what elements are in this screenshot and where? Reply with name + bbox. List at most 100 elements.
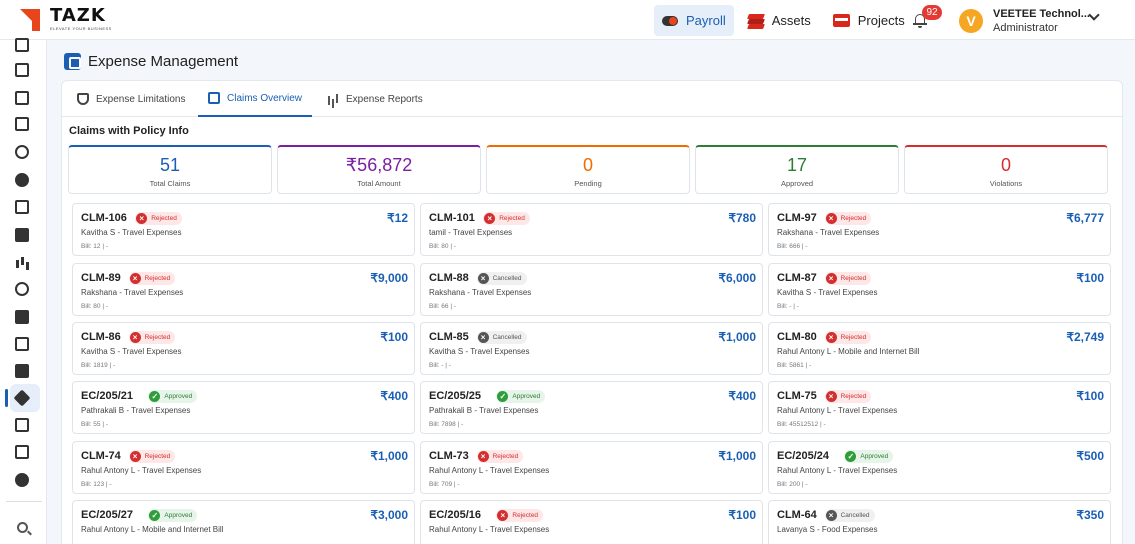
claim-card[interactable]: CLM-73 × Rejected ₹1,000 Rahul Antony L - Tr…: [420, 441, 763, 494]
tab-expense-reports[interactable]: Expense Reports: [317, 81, 433, 117]
check-circle-icon: ✓: [497, 391, 509, 402]
status-label: Approved: [164, 393, 193, 400]
wallet-icon: [64, 53, 81, 70]
sidebar-item-expense[interactable]: [13, 389, 31, 407]
claim-card[interactable]: CLM-74 × Rejected ₹1,000 Rahul Antony L - Tr…: [72, 441, 415, 494]
sidebar-item-id-card[interactable]: [13, 443, 31, 461]
claim-amount: ₹100: [1076, 271, 1104, 285]
claim-card[interactable]: CLM-101 × Rejected ₹780 tamil - Travel Expen…: [420, 203, 763, 256]
claim-card[interactable]: EC/205/21 ✓ Approved ₹400 Pathrakali B - Tra…: [72, 381, 415, 434]
claim-bill: Bill: - | -: [429, 362, 451, 369]
claim-amount: ₹6,000: [718, 271, 756, 285]
status-badge: × Cancelled: [476, 331, 527, 344]
chart-icon: [327, 93, 339, 105]
claim-card[interactable]: EC/205/24 ✓ Approved ₹500 Rahul Antony L - T…: [768, 441, 1111, 494]
claim-id: CLM-89: [81, 272, 121, 284]
status-badge: × Cancelled: [476, 272, 527, 285]
stat-card-approved: 17 Approved: [695, 145, 899, 194]
tab-claims-overview[interactable]: Claims Overview: [198, 81, 313, 117]
money-bag-icon: [15, 173, 29, 187]
status-badge: × Rejected: [824, 390, 872, 403]
status-label: Rejected: [151, 215, 177, 222]
x-circle-icon: ×: [825, 391, 837, 402]
claim-card[interactable]: CLM-88 × Cancelled ₹6,000 Rakshana - Travel …: [420, 263, 763, 316]
sidebar-item-team[interactable]: [13, 280, 31, 298]
status-label: Cancelled: [492, 275, 522, 282]
claim-card[interactable]: CLM-85 × Cancelled ₹1,000 Kavitha S - Travel…: [420, 322, 763, 375]
claim-bill: Bill: 666 | -: [777, 243, 808, 250]
sidebar-item-finance[interactable]: [13, 171, 31, 189]
status-label: Rejected: [840, 215, 867, 222]
claim-card[interactable]: EC/205/27 ✓ Approved ₹3,000 Rahul Antony L -…: [72, 500, 415, 544]
nav-payroll-label: Payroll: [686, 13, 726, 28]
claim-card[interactable]: CLM-87 × Rejected ₹100 Kavitha S - Travel Ex…: [768, 263, 1111, 316]
claim-description: Kavitha S - Travel Expenses: [777, 288, 878, 297]
sidebar-item-announcements[interactable]: [13, 308, 31, 326]
claim-card[interactable]: CLM-86 × Rejected ₹100 Kavitha S - Travel Ex…: [72, 322, 415, 375]
claim-id: EC/205/21: [81, 390, 133, 402]
shield-icon: [77, 93, 89, 105]
sidebar-item-clipboard[interactable]: [13, 416, 31, 434]
sidebar-item-schedule[interactable]: [13, 335, 31, 353]
nav-payroll-button[interactable]: Payroll: [654, 5, 734, 36]
sidebar-item-documents[interactable]: [13, 362, 31, 380]
brand-logo[interactable]: TAZK ELEVATE YOUR BUSINESS: [20, 6, 112, 32]
claim-bill: Bill: 55 | -: [81, 421, 108, 428]
claim-card[interactable]: CLM-64 × Cancelled ₹350 Lavanya S - Food Exp…: [768, 500, 1111, 544]
bar-chart-icon: [15, 255, 29, 269]
x-circle-icon: ×: [825, 510, 837, 521]
nav-projects-button[interactable]: Projects: [825, 5, 913, 36]
claim-card[interactable]: CLM-97 × Rejected ₹6,777 Rakshana - Travel E…: [768, 203, 1111, 256]
nav-assets-button[interactable]: Assets: [740, 5, 819, 36]
tab-label: Expense Limitations: [96, 93, 186, 105]
status-badge: × Rejected: [128, 450, 176, 463]
id-card-icon: [15, 445, 29, 459]
status-label: Approved: [164, 512, 193, 519]
user-info[interactable]: VEETEE Technol... Administrator: [993, 8, 1090, 34]
tab-label: Expense Reports: [346, 93, 423, 105]
claim-card[interactable]: CLM-106 × Rejected ₹12 Kavitha S - Travel Ex…: [72, 203, 415, 256]
sidebar-search-button[interactable]: [13, 518, 31, 536]
x-circle-icon: ×: [825, 332, 837, 343]
sidebar-item-attendance[interactable]: [13, 143, 31, 161]
stat-value: 0: [1000, 155, 1011, 175]
claim-bill: Bill: 80 | -: [429, 243, 456, 250]
calendar-icon: [15, 63, 29, 77]
claim-id: EC/205/24: [777, 450, 829, 462]
claim-id: CLM-85: [429, 331, 469, 343]
claim-description: Rahul Antony L - Travel Expenses: [429, 466, 550, 475]
claim-description: Rahul Antony L - Travel Expenses: [429, 525, 550, 534]
claim-card[interactable]: CLM-80 × Rejected ₹2,749 Rahul Antony L - Mo…: [768, 322, 1111, 375]
claim-amount: ₹500: [1076, 449, 1104, 463]
check-circle-icon: ✓: [149, 510, 161, 521]
projects-icon: [832, 14, 850, 27]
sidebar-item-messages[interactable]: [13, 36, 31, 54]
page-title: Expense Management: [88, 53, 239, 70]
claim-card[interactable]: CLM-89 × Rejected ₹9,000 Rakshana - Travel E…: [72, 263, 415, 316]
x-circle-icon: ×: [477, 451, 489, 462]
claim-card[interactable]: CLM-75 × Rejected ₹100 Rahul Antony L - Trav…: [768, 381, 1111, 434]
x-circle-icon: ×: [477, 332, 489, 343]
sidebar-item-employee[interactable]: [13, 89, 31, 107]
status-label: Cancelled: [840, 512, 870, 519]
x-circle-icon: ×: [825, 273, 837, 284]
sidebar-item-reports[interactable]: [13, 253, 31, 271]
stat-value: 51: [159, 155, 181, 175]
claim-amount: ₹350: [1076, 508, 1104, 522]
chevron-down-icon[interactable]: [1088, 9, 1100, 21]
sidebar-item-device[interactable]: [13, 115, 31, 133]
tab-bar: Expense Limitations Claims Overview Expe…: [62, 81, 1122, 117]
avatar[interactable]: V: [959, 9, 983, 33]
sidebar-item-settings[interactable]: [13, 471, 31, 489]
claim-card[interactable]: EC/205/16 × Rejected ₹100 Rahul Antony L - T…: [420, 500, 763, 544]
claim-card[interactable]: EC/205/25 ✓ Approved ₹400 Pathrakali B - Tra…: [420, 381, 763, 434]
status-label: Approved: [512, 393, 541, 400]
sidebar-item-handshake[interactable]: [13, 198, 31, 216]
stat-value: ₹56,872: [345, 155, 413, 175]
user-name: VEETEE Technol...: [993, 8, 1090, 20]
nav-assets-label: Assets: [771, 13, 811, 28]
claim-description: Rahul Antony L - Mobile and Internet Bil…: [81, 525, 224, 534]
sidebar-item-calendar[interactable]: [13, 61, 31, 79]
tab-expense-limitations[interactable]: Expense Limitations: [67, 81, 196, 117]
sidebar-item-transport[interactable]: [13, 226, 31, 244]
